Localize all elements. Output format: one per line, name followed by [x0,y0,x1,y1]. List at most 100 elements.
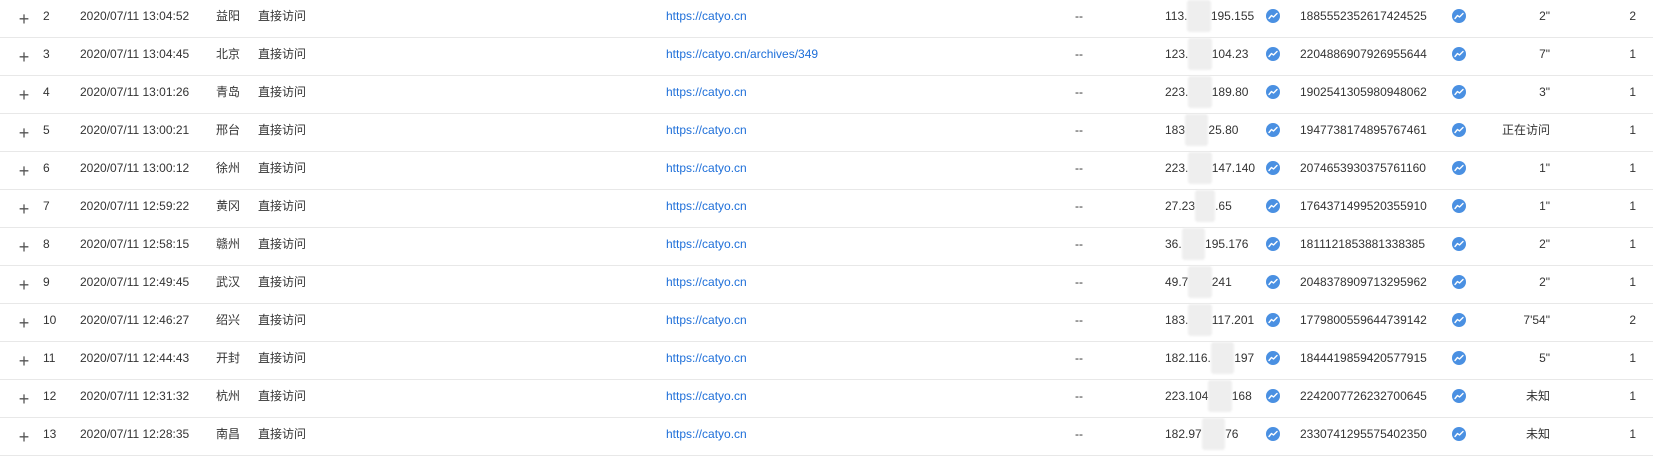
trend-chart-icon[interactable] [1452,389,1466,403]
trend-chart-icon[interactable] [1266,427,1280,441]
ip-suffix: 147.140 [1211,161,1256,175]
entry-url-link[interactable]: https://catyo.cn [666,342,747,379]
visit-source: 直接访问 [258,47,307,61]
trend-chart-icon[interactable] [1452,123,1466,137]
visit-duration: 未知 [1525,389,1550,403]
plus-icon[interactable]: + [17,114,31,151]
table-row: + 5 2020/07/11 13:00:21 邢台 直接访问 https://… [0,114,1653,152]
trend-chart-icon[interactable] [1452,313,1466,327]
trend-chart-icon[interactable] [1266,123,1280,137]
visit-time: 2020/07/11 13:04:52 [80,9,190,23]
visit-city: 益阳 [216,9,241,23]
entry-url-link[interactable]: https://catyo.cn [666,0,747,37]
trend-chart-icon[interactable] [1266,351,1280,365]
visit-duration: 7" [1539,47,1550,61]
visit-time: 2020/07/11 12:58:15 [80,237,190,251]
plus-icon[interactable]: + [17,342,31,379]
entry-url-link[interactable]: https://catyo.cn [666,266,747,303]
trend-chart-icon[interactable] [1452,47,1466,61]
trend-chart-icon[interactable] [1266,389,1280,403]
visit-source: 直接访问 [258,85,307,99]
visit-duration: 正在访问 [1501,123,1550,137]
plus-icon[interactable]: + [17,76,31,113]
visitor-id: 2204886907926955644 [1300,47,1427,61]
entry-url-link[interactable]: https://catyo.cn/archives/349 [666,38,818,75]
search-keyword: -- [1075,275,1083,289]
visit-time: 2020/07/11 12:59:22 [80,199,190,213]
ip-masked: 000. [1185,114,1209,146]
page-count: 1 [1629,427,1636,441]
trend-chart-icon[interactable] [1266,85,1280,99]
entry-url-link[interactable]: https://catyo.cn [666,76,747,113]
visit-time: 2020/07/11 13:00:21 [80,123,190,137]
ip-prefix: 49.7 [1165,275,1189,289]
trend-chart-icon[interactable] [1266,47,1280,61]
row-index: 8 [43,237,50,251]
trend-chart-icon[interactable] [1452,275,1466,289]
search-keyword: -- [1075,351,1083,365]
plus-icon[interactable]: + [17,304,31,341]
table-row: + 3 2020/07/11 13:04:45 北京 直接访问 https://… [0,38,1653,76]
entry-url-link[interactable]: https://catyo.cn [666,380,747,417]
ip-masked: 000. [1208,380,1232,412]
entry-url-link[interactable]: https://catyo.cn [666,152,747,189]
visitor-ip: 49.7000.241 [1165,266,1232,303]
trend-chart-icon[interactable] [1452,427,1466,441]
plus-icon[interactable]: + [17,418,31,455]
visit-source: 直接访问 [258,313,307,327]
ip-prefix: 223.104 [1165,389,1209,403]
ip-suffix: 76 [1225,427,1239,441]
visitor-ip: 36.000.195.176 [1165,228,1248,265]
table-row: + 13 2020/07/11 12:28:35 南昌 直接访问 https:/… [0,418,1653,456]
row-index: 3 [43,47,50,61]
visitor-id: 1947738174895767461 [1300,123,1427,137]
plus-icon[interactable]: + [17,266,31,303]
table-row: + 9 2020/07/11 12:49:45 武汉 直接访问 https://… [0,266,1653,304]
visit-time: 2020/07/11 12:46:27 [80,313,190,327]
plus-icon[interactable]: + [17,228,31,265]
visitor-id: 1885552352617424525 [1300,9,1427,23]
plus-icon[interactable]: + [17,38,31,75]
visitor-id: 1811121853881338385 [1300,237,1426,251]
entry-url-link[interactable]: https://catyo.cn [666,114,747,151]
plus-icon[interactable]: + [17,190,31,227]
page-count: 1 [1629,389,1636,403]
plus-icon[interactable]: + [17,380,31,417]
ip-suffix: 197 [1234,351,1255,365]
trend-chart-icon[interactable] [1452,161,1466,175]
ip-masked: 000. [1188,304,1212,336]
visit-source: 直接访问 [258,275,307,289]
ip-masked: 000. [1188,38,1212,70]
trend-chart-icon[interactable] [1452,85,1466,99]
entry-url-link[interactable]: https://catyo.cn [666,190,747,227]
entry-url-link[interactable]: https://catyo.cn [666,418,747,455]
visit-city: 青岛 [216,85,241,99]
visit-source: 直接访问 [258,389,307,403]
page-count: 1 [1629,237,1636,251]
trend-chart-icon[interactable] [1452,9,1466,23]
ip-prefix: 113. [1165,9,1188,23]
plus-icon[interactable]: + [17,0,31,37]
entry-url-link[interactable]: https://catyo.cn [666,304,747,341]
search-keyword: -- [1075,237,1083,251]
trend-chart-icon[interactable] [1266,9,1280,23]
ip-masked: 000. [1188,266,1212,298]
visitor-id: 1764371499520355910 [1300,199,1427,213]
trend-chart-icon[interactable] [1266,199,1280,213]
entry-url-link[interactable]: https://catyo.cn [666,228,747,265]
trend-chart-icon[interactable] [1266,275,1280,289]
trend-chart-icon[interactable] [1452,199,1466,213]
plus-icon[interactable]: + [17,152,31,189]
visit-city: 开封 [216,351,241,365]
visit-city: 南昌 [216,427,241,441]
search-keyword: -- [1075,427,1083,441]
trend-chart-icon[interactable] [1266,313,1280,327]
trend-chart-icon[interactable] [1452,351,1466,365]
row-index: 2 [43,9,50,23]
trend-chart-icon[interactable] [1452,237,1466,251]
trend-chart-icon[interactable] [1266,237,1280,251]
row-index: 9 [43,275,50,289]
visitor-id: 2330741295575402350 [1300,427,1427,441]
visit-source: 直接访问 [258,161,307,175]
trend-chart-icon[interactable] [1266,161,1280,175]
